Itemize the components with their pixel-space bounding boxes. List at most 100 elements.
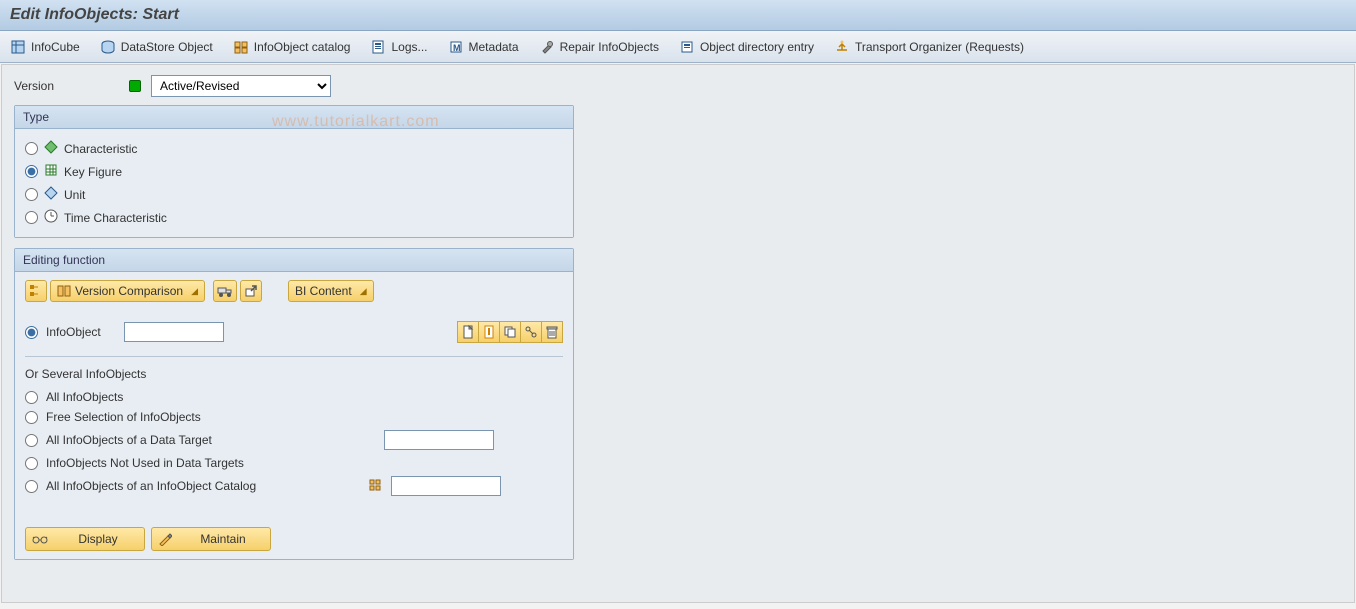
radio-label: All InfoObjects of a Data Target [46,433,376,447]
version-row: Version Active/Revised [14,75,1342,97]
dropdown-arrow-icon: ◢ [360,286,367,297]
button-label: BI Content [295,284,352,298]
catalog-icon [233,39,249,55]
toolbar-label: Metadata [469,40,519,54]
radio-label: Unit [64,188,85,202]
radio-key-figure[interactable]: Key Figure [25,160,563,183]
export-button[interactable] [240,280,262,302]
compare-icon [57,284,71,298]
groupbox-body: Version Comparison ◢ BI Content ◢ I [15,272,573,559]
version-comparison-button[interactable]: Version Comparison ◢ [50,280,205,302]
infoobject-label: InfoObject [46,325,116,339]
metadata-icon: M [448,39,464,55]
display-button[interactable]: Display [25,527,145,551]
trash-icon [545,325,559,339]
groupbox-title: Editing function [15,249,573,272]
groupbox-title: Type [15,106,573,129]
info-button[interactable] [478,321,500,343]
dropdown-arrow-icon: ◢ [191,286,198,297]
glasses-icon [32,532,48,546]
svg-text:M: M [453,43,461,53]
info-icon [482,325,496,339]
button-label: Display [58,532,138,546]
radio-all-infoobjects[interactable]: All InfoObjects [25,387,563,407]
radio-input[interactable] [25,211,38,224]
button-label: Maintain [182,532,264,546]
tree-icon [29,284,43,298]
page-title: Edit InfoObjects: Start [0,0,1356,31]
radio-input[interactable] [25,434,38,447]
toolbar-label: DataStore Object [121,40,213,54]
toolbar-label: Repair InfoObjects [560,40,659,54]
where-used-button[interactable] [520,321,542,343]
toolbar-infoobject-catalog[interactable]: InfoObject catalog [233,39,351,55]
clock-icon [44,209,58,226]
unit-icon [44,186,58,203]
tree-expand-button[interactable] [25,280,47,302]
status-active-icon [129,80,141,92]
catalog-input[interactable] [391,476,501,496]
toolbar-label: Transport Organizer (Requests) [855,40,1024,54]
radio-infoobject-catalog[interactable]: All InfoObjects of an InfoObject Catalog [25,473,563,499]
title-text: Edit InfoObjects: Start [10,6,179,23]
toolbar-datastore[interactable]: DataStore Object [100,39,213,55]
toolbar-label: InfoObject catalog [254,40,351,54]
maintain-button[interactable]: Maintain [151,527,271,551]
radio-input[interactable] [25,165,38,178]
truck-button[interactable] [213,280,237,302]
datastore-icon [100,39,116,55]
version-label: Version [14,79,119,93]
button-label: Version Comparison [75,284,183,298]
toolbar-object-directory[interactable]: Object directory entry [679,39,814,55]
radio-not-used[interactable]: InfoObjects Not Used in Data Targets [25,453,563,473]
radio-label: Free Selection of InfoObjects [46,410,201,424]
radio-label: All InfoObjects [46,390,123,404]
main-content: www.tutorialkart.com Version Active/Revi… [1,64,1355,603]
version-dropdown[interactable]: Active/Revised [151,75,331,97]
groupbox-body: Characteristic Key Figure Unit Time Char… [15,129,573,237]
radio-data-target[interactable]: All InfoObjects of a Data Target [25,427,563,453]
editing-button-row: Version Comparison ◢ BI Content ◢ [25,280,563,302]
editing-groupbox: Editing function Version Comparison ◢ [14,248,574,560]
document-new-icon [461,325,475,339]
repair-icon [539,39,555,55]
infoobject-input[interactable] [124,322,224,342]
data-target-input[interactable] [384,430,494,450]
pencil-icon [158,532,172,546]
radio-input[interactable] [25,326,38,339]
toolbar-logs[interactable]: Logs... [370,39,427,55]
radio-input[interactable] [25,142,38,155]
toolbar-label: InfoCube [31,40,80,54]
bi-content-button[interactable]: BI Content ◢ [288,280,374,302]
toolbar-infocube[interactable]: InfoCube [10,39,80,55]
infoobject-row: InfoObject [25,318,563,346]
radio-label: Characteristic [64,142,137,156]
truck-icon [217,284,233,298]
type-groupbox: Type Characteristic Key Figure Unit Time… [14,105,574,238]
toolbar-repair[interactable]: Repair InfoObjects [539,39,659,55]
radio-input[interactable] [25,457,38,470]
radio-unit[interactable]: Unit [25,183,563,206]
delete-button[interactable] [541,321,563,343]
radio-label: All InfoObjects of an InfoObject Catalog [46,479,361,493]
toolbar-metadata[interactable]: M Metadata [448,39,519,55]
radio-input[interactable] [25,188,38,201]
copy-button[interactable] [499,321,521,343]
key-figure-icon [44,163,58,180]
logs-icon [370,39,386,55]
create-button[interactable] [457,321,479,343]
radio-input[interactable] [25,411,38,424]
transport-icon [834,39,850,55]
radio-input[interactable] [25,480,38,493]
toolbar-transport-organizer[interactable]: Transport Organizer (Requests) [834,39,1024,55]
radio-characteristic[interactable]: Characteristic [25,137,563,160]
characteristic-icon [44,140,58,157]
cube-icon [10,39,26,55]
infoobject-action-icons [457,321,563,343]
radio-time-characteristic[interactable]: Time Characteristic [25,206,563,229]
radio-input[interactable] [25,391,38,404]
radio-free-selection[interactable]: Free Selection of InfoObjects [25,407,563,427]
directory-icon [679,39,695,55]
copy-icon [503,325,517,339]
or-several-label: Or Several InfoObjects [25,367,563,381]
